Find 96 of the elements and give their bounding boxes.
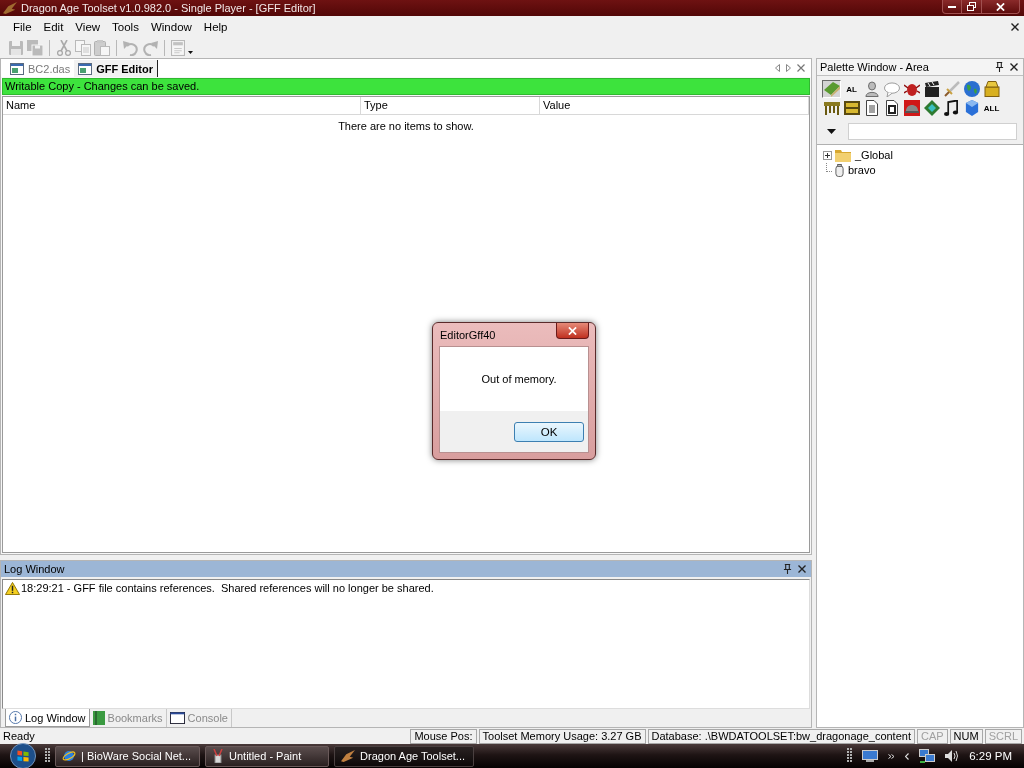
minimize-button[interactable] (942, 0, 962, 14)
close-icon[interactable] (1011, 23, 1019, 31)
wing-icon (3, 2, 17, 14)
minimize-icon (948, 5, 956, 8)
book-icon (823, 81, 840, 97)
tool-button[interactable] (942, 99, 961, 117)
tool-button[interactable]: ALL (982, 99, 1001, 117)
column-header[interactable]: Type (361, 97, 540, 114)
speech-bubble-icon (883, 81, 900, 97)
music-note-icon (944, 100, 959, 116)
diamond-icon (923, 100, 940, 116)
status-panel: CAP (916, 728, 948, 744)
network-icon[interactable] (919, 749, 936, 763)
menu-item[interactable]: View (69, 19, 107, 35)
grip-icon[interactable] (847, 748, 853, 764)
tree-item[interactable]: _Global (854, 149, 894, 162)
close-icon[interactable] (798, 565, 806, 573)
globe-icon (963, 81, 980, 97)
taskbar-button[interactable]: | BioWare Social Net... (55, 745, 201, 767)
person-silhouette-icon (864, 81, 879, 97)
pin-icon[interactable] (783, 564, 792, 574)
menu-item[interactable]: Help (197, 19, 234, 35)
monitor-icon[interactable] (862, 750, 879, 762)
jar-icon (835, 164, 844, 177)
tool-button[interactable] (822, 99, 841, 117)
warning-icon (5, 582, 20, 595)
chest-icon (983, 81, 1000, 97)
framed-document-icon (885, 100, 898, 116)
status-panel: Database: .\BWDATOOLSET:bw_dragonage_content (647, 728, 915, 744)
close-icon[interactable] (1010, 63, 1018, 71)
tool-button[interactable]: AL (842, 80, 861, 98)
tool-button[interactable] (922, 80, 941, 98)
empty-message: There are no items to show. (338, 120, 474, 132)
table-icon (823, 101, 840, 115)
info-icon (9, 711, 22, 724)
status-panel: SCRL (984, 728, 1022, 744)
menu-item[interactable]: Window (144, 19, 198, 35)
document-icon (865, 100, 878, 116)
clock[interactable]: 6:29 PM (969, 750, 1012, 762)
tool-button[interactable] (842, 99, 861, 117)
striped-box-icon (843, 101, 860, 115)
wing-icon (341, 750, 356, 762)
double-chevron-icon[interactable] (888, 753, 896, 759)
grip-icon[interactable] (45, 748, 50, 764)
status-text: Ready (3, 729, 36, 743)
status-panel: Toolset Memory Usage: 3.27 GB (478, 728, 646, 744)
document-tab[interactable]: GFF Editor (74, 60, 159, 77)
taskbar-button[interactable]: Dragon Age Toolset... (334, 745, 475, 767)
taskbar-button[interactable]: Untitled - Paint (205, 745, 330, 767)
triangle-left-icon[interactable] (775, 64, 780, 72)
panel-title: Palette Window - Area (820, 60, 930, 74)
brush-cup-icon (212, 749, 225, 763)
panel-tab[interactable]: Log Window (5, 709, 90, 727)
window-icon (78, 62, 93, 75)
caret-down-icon[interactable] (827, 129, 836, 134)
column-header[interactable]: Name (3, 97, 361, 114)
menu-item[interactable]: Tools (106, 19, 145, 35)
restore-icon (967, 2, 976, 11)
dialog-button[interactable]: OK (514, 421, 584, 442)
window-title: Dragon Age Toolset v1.0.982.0 - Single Player - [GFF Editor] (21, 1, 316, 15)
folder-icon (835, 149, 851, 162)
chevron-left-icon[interactable] (905, 752, 910, 760)
status-panel: Mouse Pos: (410, 728, 477, 744)
pin-icon[interactable] (995, 62, 1004, 72)
caret-down-icon[interactable] (188, 50, 193, 54)
plus-box-icon[interactable] (822, 151, 832, 160)
status-panel: NUM (949, 728, 983, 744)
tree-item[interactable]: bravo (847, 164, 877, 177)
panel-title: Log Window (4, 562, 66, 576)
start-orb-icon[interactable] (10, 743, 36, 768)
close-icon (996, 2, 1005, 11)
sword-icon (943, 81, 960, 97)
close-button[interactable] (982, 0, 1020, 14)
bug-icon (903, 81, 920, 97)
document-tab[interactable]: BC2.das (6, 60, 75, 77)
restore-button[interactable] (962, 0, 982, 14)
status-banner: Writable Copy - Changes can be saved. (2, 78, 810, 95)
tool-button[interactable] (902, 99, 921, 117)
dome-icon (903, 100, 920, 116)
menu-item[interactable]: Edit (37, 19, 70, 35)
ringed-globe-icon (62, 749, 76, 763)
speaker-icon[interactable] (945, 750, 960, 762)
close-button[interactable] (556, 323, 589, 339)
book-icon (92, 711, 105, 725)
dialog-title: EditorGff40 (440, 329, 497, 342)
dialog-message: Out of memory. (481, 372, 557, 386)
clapperboard-icon (923, 81, 940, 97)
tree-connector-line (826, 163, 832, 172)
column-header[interactable]: Value (540, 97, 809, 114)
log-entry: 18:29:21 - GFF file contains references. Shared references will no longer be shared. (21, 582, 434, 595)
menu-item[interactable]: File (7, 19, 38, 35)
close-icon (568, 326, 577, 335)
triangle-right-icon[interactable] (786, 64, 791, 72)
filter-field[interactable] (848, 123, 1017, 140)
terminal-window-icon (169, 712, 185, 724)
cube-icon (964, 100, 979, 116)
